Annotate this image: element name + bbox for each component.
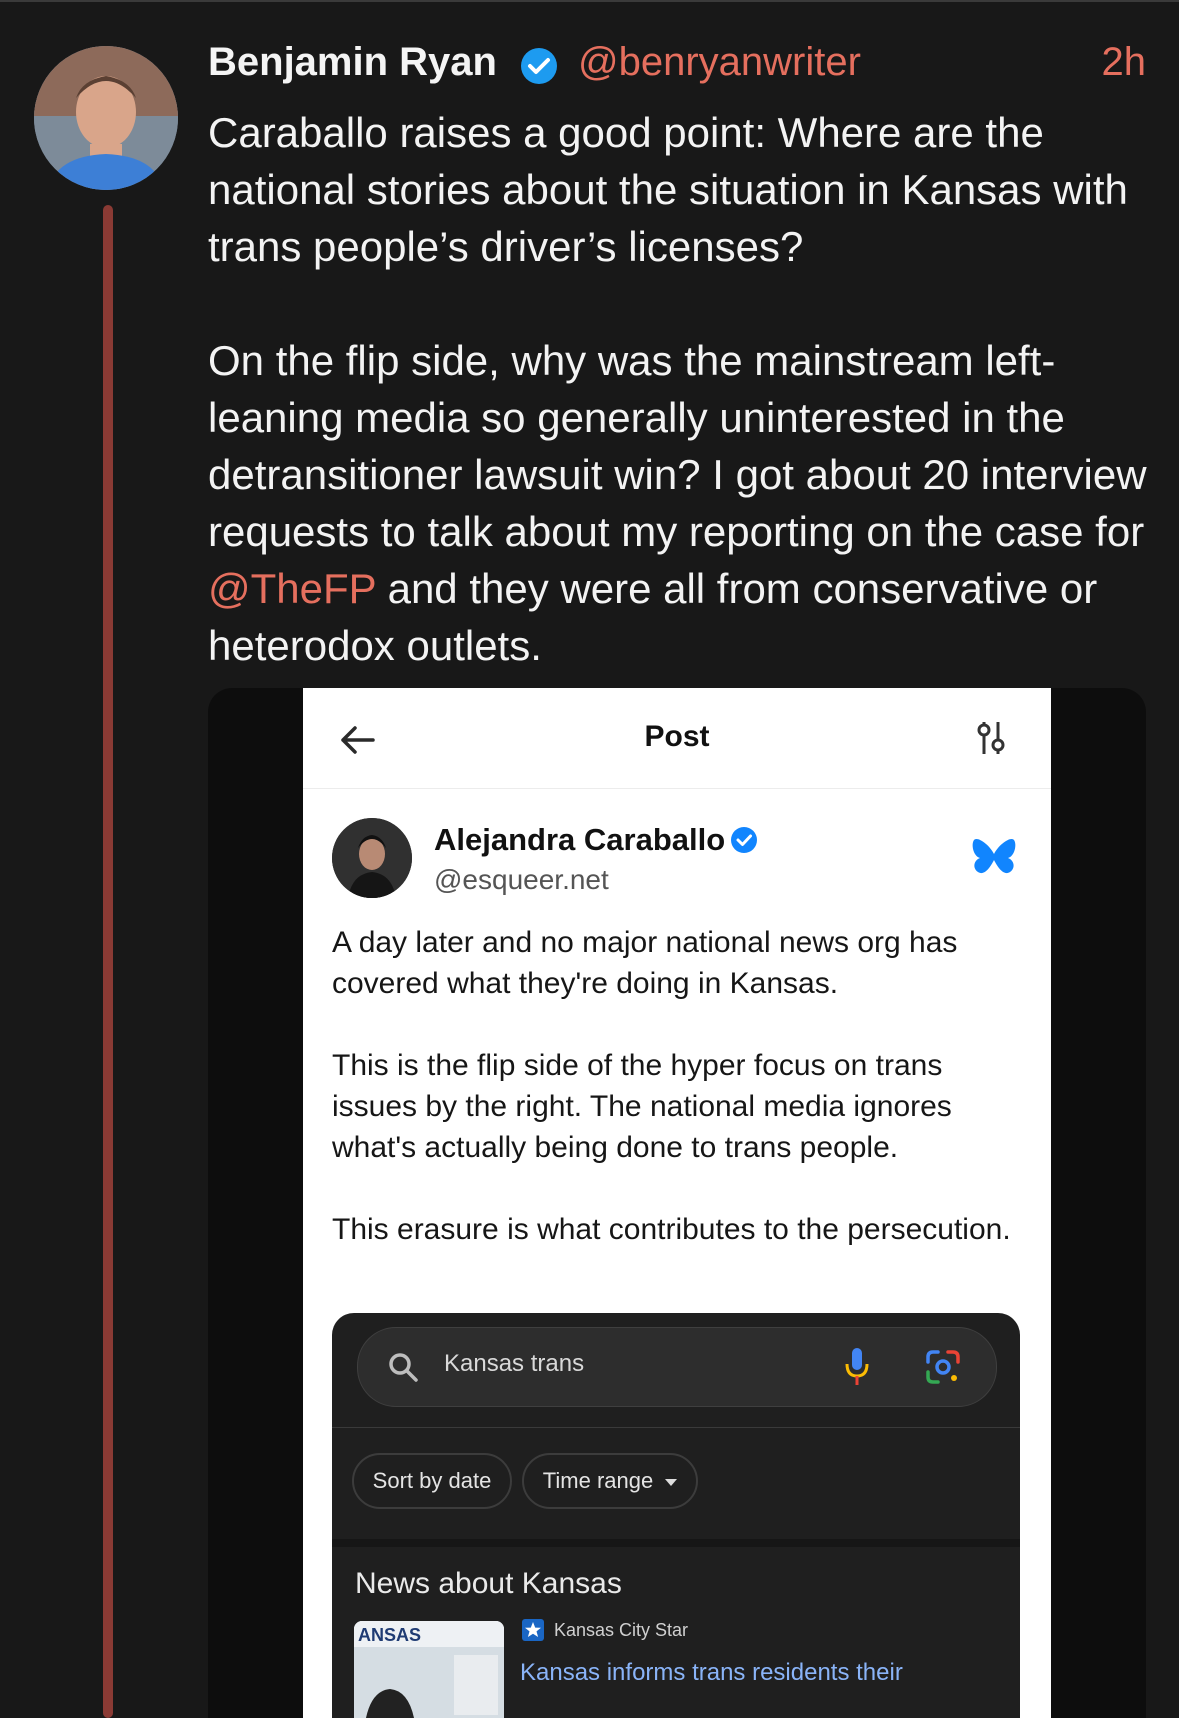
embedded-paragraph: This erasure is what contributes to the … [332, 1213, 1011, 1246]
tweet-text-segment: On the flip side, why was the mainstream… [208, 337, 1147, 555]
embedded-avatar-photo [332, 818, 412, 898]
news-thumbnail: ANSAS [354, 1621, 504, 1718]
avatar-photo [34, 46, 178, 190]
kansas-city-star-logo-icon [522, 1619, 544, 1641]
news-source: Kansas City Star [554, 1620, 689, 1640]
embedded-author-handle: @esqueer.net [434, 864, 609, 895]
google-search-screenshot: Kansas trans Sort by date Time range New… [332, 1313, 1020, 1718]
embedded-author-avatar [332, 818, 412, 898]
section-divider [332, 1539, 1020, 1547]
bluesky-butterfly-icon [972, 838, 1016, 874]
search-bar: Kansas trans [357, 1327, 997, 1407]
embedded-verified-icon [731, 827, 757, 853]
author-handle[interactable]: @benryanwriter [578, 40, 861, 85]
time-range-label: Time range [542, 1468, 654, 1493]
post-time[interactable]: 2h [1102, 40, 1147, 85]
tweet-paragraph: On the flip side, why was the mainstream… [208, 332, 1158, 674]
embedded-paragraph: This is the flip side of the hyper focus… [332, 1049, 952, 1164]
dropdown-caret-icon [665, 1478, 678, 1486]
divider [332, 1427, 1020, 1428]
author-name[interactable]: Benjamin Ryan [208, 40, 497, 85]
embedded-author-name: Alejandra Caraballo [434, 822, 726, 857]
license-thumbnail-image: ANSAS [354, 1621, 504, 1718]
thread-line [103, 205, 113, 1718]
embedded-post-body: A day later and no major national news o… [332, 922, 1032, 1250]
mention-link[interactable]: @TheFP [208, 565, 376, 612]
microphone-icon [845, 1348, 869, 1385]
embedded-paragraph: A day later and no major national news o… [332, 926, 958, 1000]
news-headline: Kansas informs trans residents their [520, 1659, 903, 1686]
verified-badge-icon [521, 48, 557, 84]
post-header-title: Post [644, 720, 710, 753]
filter-icon [977, 722, 1005, 754]
tweet-header: Benjamin Ryan @benryanwriter 2h [208, 38, 1146, 98]
thumbnail-text: ANSAS [358, 1625, 421, 1645]
google-lens-icon [926, 1350, 960, 1384]
tweet-body: Caraballo raises a good point: Where are… [208, 104, 1158, 674]
top-border [0, 0, 1179, 2]
embedded-screenshot: Post Alejandra Caraballo @esqueer.net A … [303, 688, 1051, 1718]
author-avatar[interactable] [34, 46, 178, 190]
search-query: Kansas trans [444, 1350, 585, 1377]
time-range-chip: Time range [522, 1453, 698, 1509]
search-icon [389, 1353, 418, 1382]
news-section-title: News about Kansas [355, 1567, 622, 1600]
post-header-bar: Post [303, 688, 1051, 789]
sort-by-date-chip: Sort by date [352, 1453, 512, 1509]
tweet-paragraph: Caraballo raises a good point: Where are… [208, 109, 1128, 270]
media-attachment[interactable]: Post Alejandra Caraballo @esqueer.net A … [208, 688, 1146, 1718]
